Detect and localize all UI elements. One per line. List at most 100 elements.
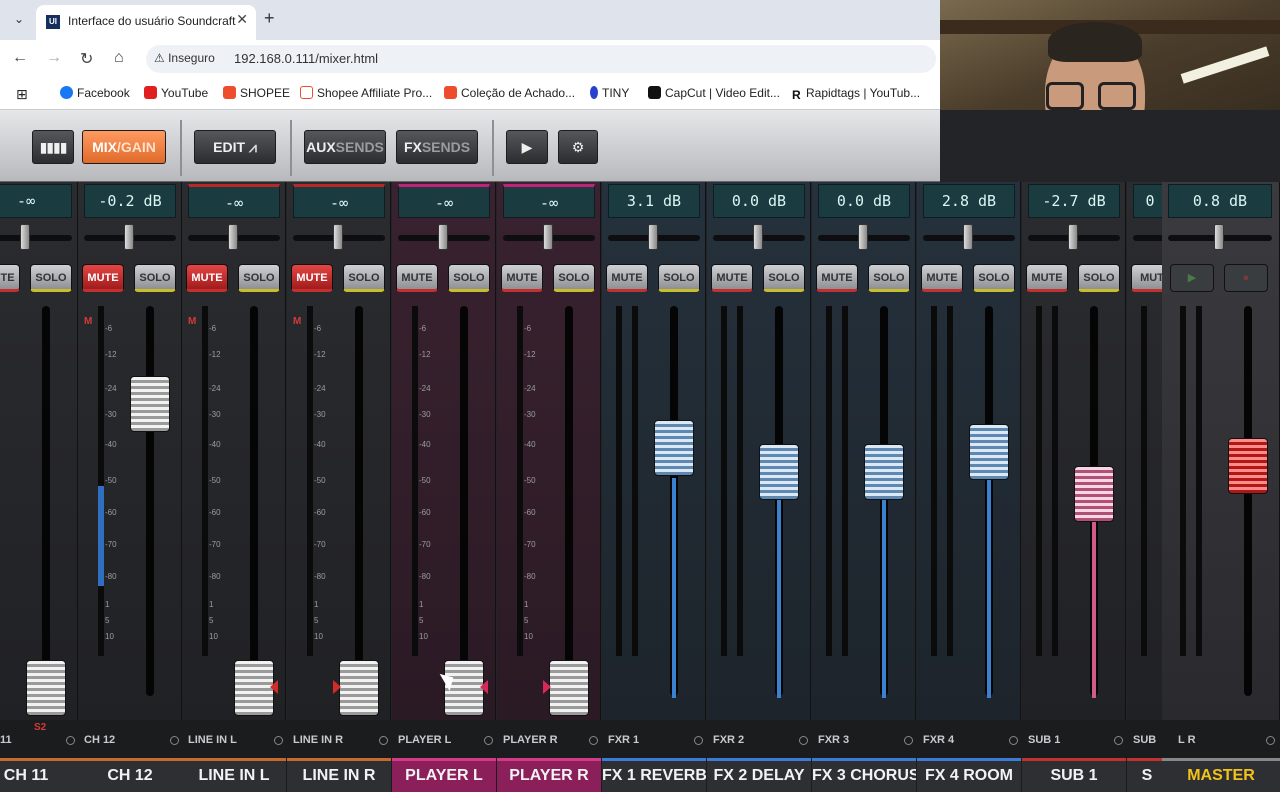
browser-tab[interactable]: UI Interface do usuário Soundcraft ✕ [36,5,256,40]
bookmark-shopee[interactable]: SHOPEE [223,86,290,100]
fader-cap[interactable] [654,420,694,476]
channel-name[interactable]: FX 2 DELAY [707,758,811,792]
link-circle-icon[interactable] [1009,736,1018,745]
channel-name[interactable]: FX 1 REVERB [602,758,706,792]
solo-button[interactable]: SOLO [238,264,280,292]
fader-cap[interactable] [969,424,1009,480]
channel-name[interactable]: SUB 1 [1022,758,1126,792]
edit-button[interactable]: EDIT ⩘ [194,130,276,164]
fader-cap[interactable] [26,660,66,716]
solo-button[interactable]: SOLO [658,264,700,292]
insecure-warning[interactable]: ⚠ Inseguro [154,51,215,65]
mute-button[interactable]: MUTE [711,264,753,292]
fader-cap[interactable] [234,660,274,716]
fader-slot[interactable] [250,306,258,696]
mute-button[interactable]: MUTE [82,264,124,292]
channel-name[interactable]: FX 3 CHORUS [812,758,916,792]
close-tab-icon[interactable]: ✕ [236,11,248,28]
bookmark-facebook[interactable]: Facebook [60,86,130,100]
back-arrow-icon[interactable]: ← [12,49,28,67]
solo-button[interactable]: SOLO [448,264,490,292]
fader-cap[interactable] [339,660,379,716]
link-circle-icon[interactable] [904,736,913,745]
fader-slot[interactable] [460,306,468,696]
pan-track[interactable] [0,235,72,241]
channel-name[interactable]: LINE IN L [182,758,286,792]
channel-name[interactable]: CH 12 [78,758,182,792]
play-button[interactable]: ▶ [506,130,548,164]
bookmark-capcut[interactable]: CapCut | Video Edit... [648,86,780,100]
pan-knob[interactable] [228,224,238,250]
mix-gain-button[interactable]: MIX/GAIN [82,130,166,164]
fx-sends-button[interactable]: FXSENDS [396,130,478,164]
link-circle-icon[interactable] [274,736,283,745]
bookmark-youtube[interactable]: YouTube [144,86,208,100]
bookmark-shopee-affiliate[interactable]: Shopee Affiliate Pro... [300,86,432,100]
solo-button[interactable]: SOLO [868,264,910,292]
player-record-button[interactable]: ● [1224,264,1268,292]
bookmark-rapidtags[interactable]: R Rapidtags | YouTub... [792,86,920,102]
tab-search-chevron-icon[interactable]: ⌄ [8,8,30,30]
link-circle-icon[interactable] [170,736,179,745]
mute-button[interactable]: MUTE [186,264,228,292]
fader-cap[interactable] [130,376,170,432]
channel-name[interactable]: S [1127,758,1167,792]
meters-button[interactable]: ▮▮▮▮ [32,130,74,164]
link-circle-icon[interactable] [1114,736,1123,745]
link-circle-icon[interactable] [379,736,388,745]
link-circle-icon[interactable] [1266,736,1275,745]
player-play-button[interactable]: ▶ [1170,264,1214,292]
link-circle-icon[interactable] [799,736,808,745]
channel-name[interactable]: LINE IN R [287,758,391,792]
channel-name[interactable]: FX 4 ROOM [917,758,1021,792]
pan-knob[interactable] [1214,224,1224,250]
mute-button[interactable]: MUTE [291,264,333,292]
url-field[interactable]: ⚠ Inseguro 192.168.0.111/mixer.html [146,45,936,73]
fader-slot[interactable] [355,306,363,696]
fader-slot[interactable] [565,306,573,696]
mute-button[interactable]: MUTE [606,264,648,292]
mute-button[interactable]: MUTE [816,264,858,292]
solo-button[interactable]: SOLO [30,264,72,292]
pan-knob[interactable] [858,224,868,250]
fader-cap[interactable] [864,444,904,500]
solo-button[interactable]: SOLO [763,264,805,292]
fader-slot[interactable] [146,306,154,696]
fader-slot[interactable] [42,306,50,696]
pan-knob[interactable] [438,224,448,250]
link-circle-icon[interactable] [484,736,493,745]
home-icon[interactable]: ⌂ [114,49,124,67]
solo-button[interactable]: SOLO [973,264,1015,292]
channel-name[interactable]: PLAYER L [392,758,496,792]
aux-sends-button[interactable]: AUXSENDS [304,130,386,164]
link-circle-icon[interactable] [66,736,75,745]
mute-button[interactable]: MUTE [396,264,438,292]
channel-name[interactable]: PLAYER R [497,758,601,792]
pan-knob[interactable] [124,224,134,250]
bookmark-colecao[interactable]: Coleção de Achado... [444,86,575,100]
link-circle-icon[interactable] [589,736,598,745]
link-circle-icon[interactable] [694,736,703,745]
pan-knob[interactable] [20,224,30,250]
forward-arrow-icon[interactable]: → [46,49,62,67]
pan-knob[interactable] [753,224,763,250]
pan-knob[interactable] [1068,224,1078,250]
mute-button[interactable]: MUTE [0,264,20,292]
fader-slot[interactable] [1244,306,1252,696]
pan-knob[interactable] [543,224,553,250]
solo-button[interactable]: SOLO [134,264,176,292]
mute-button[interactable]: MUTE [921,264,963,292]
bookmark-tiny[interactable]: TINY [590,86,629,100]
new-tab-icon[interactable]: + [264,8,275,29]
fader-cap[interactable] [549,660,589,716]
fader-cap[interactable] [1228,438,1268,494]
mute-button[interactable]: MUTE [1026,264,1068,292]
mute-button[interactable]: MUTE [501,264,543,292]
fader-cap[interactable] [1074,466,1114,522]
solo-button[interactable]: SOLO [553,264,595,292]
solo-button[interactable]: SOLO [1078,264,1120,292]
pan-knob[interactable] [963,224,973,250]
settings-button[interactable]: ⚙ [558,130,598,164]
pan-knob[interactable] [333,224,343,250]
pan-knob[interactable] [648,224,658,250]
